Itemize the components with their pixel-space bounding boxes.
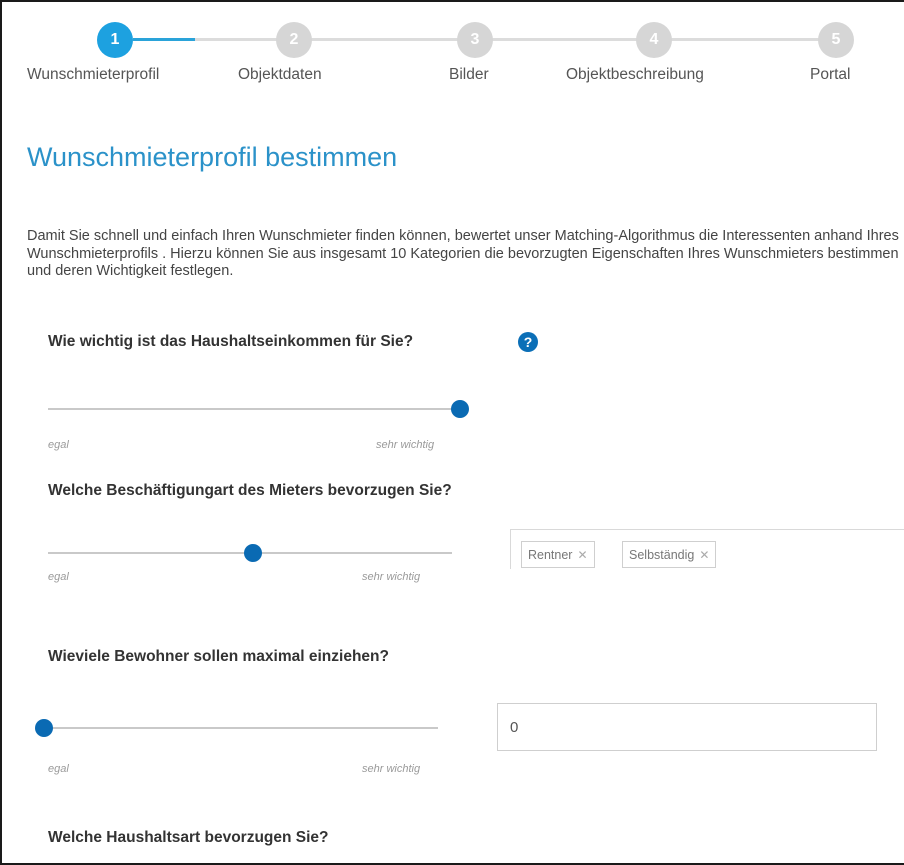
close-icon[interactable]: ✕ (699, 548, 709, 562)
step-1-circle[interactable]: 1 (97, 22, 133, 58)
step-1-label[interactable]: Wunschmieterprofil (27, 66, 159, 84)
page-title: Wunschmieterprofil bestimmen (27, 142, 398, 172)
employment-slider-max-label: sehr wichtig (362, 571, 421, 583)
income-slider-thumb[interactable] (451, 400, 469, 418)
step-5-circle[interactable]: 5 (818, 22, 854, 58)
question-household-type: Welche Haushaltsart bevorzugen Sie? (48, 829, 329, 846)
step-4-label[interactable]: Objektbeschreibung (566, 66, 704, 84)
income-slider-max-label: sehr wichtig (376, 439, 435, 451)
step-connector-active (133, 38, 195, 41)
tag-rentner: Rentner ✕ (521, 541, 595, 568)
step-2-circle[interactable]: 2 (276, 22, 312, 58)
residents-slider-thumb[interactable] (35, 719, 53, 737)
residents-slider-track[interactable] (48, 727, 438, 729)
residents-slider-min-label: egal (48, 763, 69, 775)
employment-slider-thumb[interactable] (244, 544, 262, 562)
progress-stepper: 1 2 3 4 5 Wunschmieterprofil Objektdaten… (0, 0, 904, 100)
employment-slider-min-label: egal (48, 571, 69, 583)
intro-text: Damit Sie schnell und einfach Ihren Wuns… (27, 228, 899, 279)
income-slider-track[interactable] (48, 408, 460, 410)
residents-slider-max-label: sehr wichtig (362, 763, 421, 775)
question-employment-type: Welche Beschäftigungart des Mieters bevo… (48, 482, 452, 499)
tag-label: Selbständig (629, 547, 695, 562)
question-circle-icon[interactable]: ? (518, 332, 538, 352)
step-2-label[interactable]: Objektdaten (238, 66, 322, 84)
max-residents-input[interactable] (497, 703, 877, 751)
step-5-label[interactable]: Portal (810, 66, 851, 84)
step-3-circle[interactable]: 3 (457, 22, 493, 58)
close-icon[interactable]: ✕ (577, 548, 587, 562)
step-3-label[interactable]: Bilder (449, 66, 489, 84)
tag-label: Rentner (528, 547, 573, 562)
step-4-circle[interactable]: 4 (636, 22, 672, 58)
question-max-residents: Wieviele Bewohner sollen maximal einzieh… (48, 648, 389, 665)
income-slider-min-label: egal (48, 439, 69, 451)
tag-selbstaendig: Selbständig ✕ (622, 541, 717, 568)
question-household-income: Wie wichtig ist das Haushaltseinkommen f… (48, 333, 414, 350)
